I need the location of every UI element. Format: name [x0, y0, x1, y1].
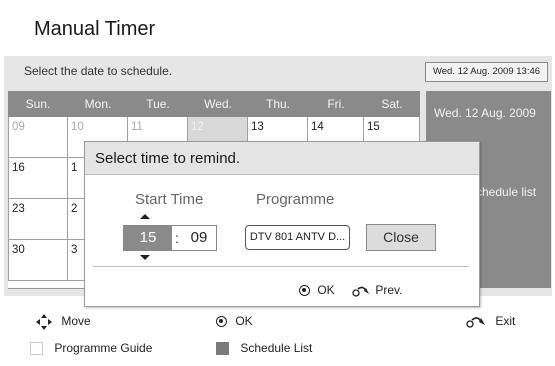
day-header-fri: Fri. [308, 91, 364, 117]
increase-hour-icon[interactable] [140, 214, 150, 219]
calendar-day[interactable]: 16 [8, 158, 68, 199]
ok-radio-icon [216, 316, 227, 328]
ok-label: OK [235, 314, 253, 328]
remind-time-dialog: Select time to remind. Start Time Progra… [84, 141, 480, 307]
exit-label: Exit [495, 314, 516, 328]
time-separator: : [175, 230, 179, 246]
instruction-text: Select the date to schedule. [24, 64, 173, 78]
start-time-input[interactable]: 15 : 09 [123, 225, 217, 251]
move-label: Move [61, 314, 91, 329]
dialog-title-bar: Select time to remind. [85, 142, 479, 175]
exit-hint: Exit [466, 314, 515, 328]
day-header-tue: Tue. [128, 91, 188, 117]
programme-guide-hint: Programme Guide [30, 341, 152, 356]
dialog-footer: OK Prev. [299, 283, 403, 297]
schedule-list-label: chedule list [476, 185, 537, 199]
programme-label: Programme [256, 191, 335, 208]
dialog-ok-label[interactable]: OK [317, 283, 334, 297]
white-key-swatch [30, 342, 43, 356]
day-header-mon: Mon. [68, 91, 128, 117]
gray-key-swatch [216, 342, 229, 356]
ok-radio-icon [299, 285, 310, 297]
programme-guide-label[interactable]: Programme Guide [54, 341, 152, 355]
schedule-list-hint: Schedule List [216, 341, 312, 356]
ok-hint: OK [216, 314, 253, 328]
hour-field[interactable]: 15 [124, 226, 172, 250]
schedule-list-bottom-label[interactable]: Schedule List [240, 341, 312, 355]
side-panel-date: Wed. 12 Aug. 2009 [434, 106, 536, 120]
day-header-thu: Thu. [248, 91, 308, 117]
calendar-day[interactable]: 30 [8, 240, 68, 281]
dpad-icon [36, 314, 52, 330]
close-button[interactable]: Close [366, 224, 436, 251]
programme-select[interactable]: DTV 801 ANTV D... [245, 225, 350, 250]
decrease-hour-icon[interactable] [140, 255, 150, 260]
dialog-title: Select time to remind. [95, 150, 241, 167]
day-header-sat: Sat. [364, 91, 420, 117]
dialog-divider [93, 266, 469, 267]
start-time-label: Start Time [135, 191, 204, 208]
manual-timer-screen: Manual Timer Select the date to schedule… [0, 0, 555, 366]
page-title: Manual Timer [34, 18, 156, 40]
day-header-sun: Sun. [8, 91, 68, 117]
minute-field[interactable]: 09 [182, 226, 216, 250]
calendar-day[interactable]: 23 [8, 199, 68, 240]
current-datetime: Wed. 12 Aug. 2009 13:46 [425, 62, 548, 82]
move-hint: Move [36, 314, 91, 330]
exit-return-icon [466, 317, 485, 328]
dialog-prev-label[interactable]: Prev. [375, 283, 402, 297]
calendar-day[interactable]: 09 [8, 117, 68, 158]
day-header-wed: Wed. [188, 91, 248, 117]
back-return-icon [352, 286, 370, 297]
